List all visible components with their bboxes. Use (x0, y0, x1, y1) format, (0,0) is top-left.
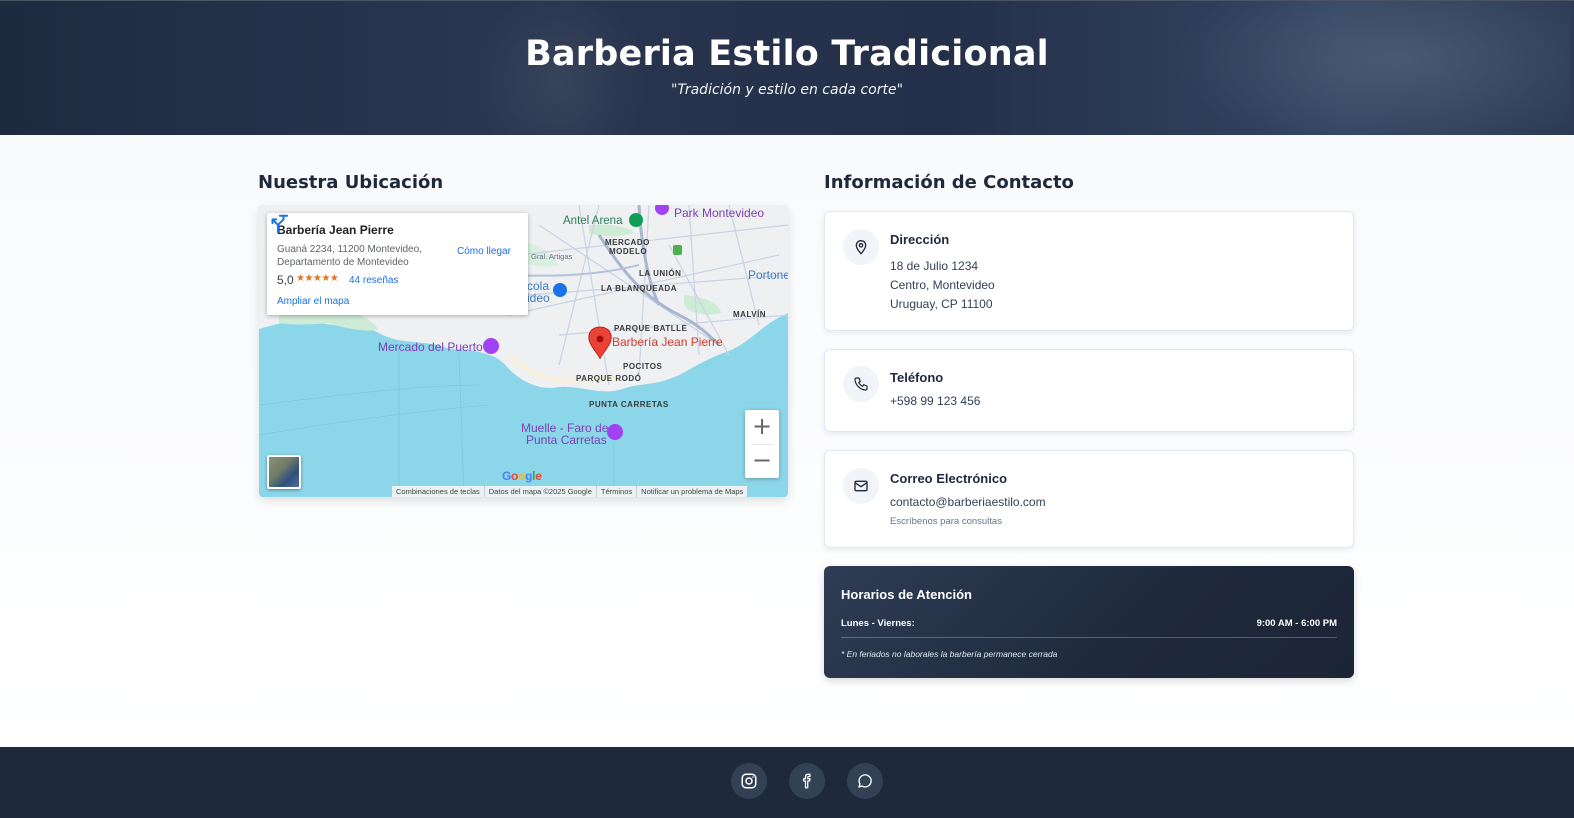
google-map-embed[interactable]: Antel Arena Park Montevideo MERCADO MODE… (259, 205, 788, 497)
map-attribution-bar: Combinaciones de teclas Datos del mapa ©… (392, 486, 748, 497)
map-label-antel-arena: Antel Arena (563, 215, 623, 227)
whatsapp-icon[interactable] (847, 763, 883, 799)
map-label-mercado-puerto: Mercado del Puerto (378, 340, 483, 354)
map-label-malvin: MALVÍN (733, 310, 767, 319)
site-title: Barberia Estilo Tradicional (525, 34, 1049, 74)
rating-stars-icon: ★★★★★ (296, 273, 339, 284)
map-label-la-blanqueada: LA BLANQUEADA (601, 284, 677, 293)
map-label-gral-artigas: Gral. Artigas (531, 252, 573, 261)
address-title: Dirección (890, 232, 950, 247)
directions-link[interactable]: Cómo llegar (457, 246, 511, 257)
facebook-icon[interactable] (789, 763, 825, 799)
phone-card: Teléfono +598 99 123 456 (824, 349, 1354, 432)
map-zoom-control: + − (745, 410, 779, 478)
location-section-title: Nuestra Ubicación (258, 172, 444, 193)
email-card: Correo Electrónico contacto@barberiaesti… (824, 450, 1354, 548)
site-tagline: "Tradición y estilo en cada corte" (670, 82, 904, 98)
phone-icon (843, 366, 879, 402)
location-pin-icon (843, 229, 879, 265)
map-label-pin[interactable]: Barbería Jean Pierre (612, 335, 723, 349)
zoom-in-button[interactable]: + (745, 410, 779, 444)
address-line-2: Centro, Montevideo (890, 278, 995, 292)
site-footer (0, 747, 1574, 818)
map-label-la-union: LA UNIÓN (639, 269, 682, 278)
phone-number[interactable]: +598 99 123 456 (890, 394, 980, 408)
address-line-3: Uruguay, CP 11100 (890, 297, 993, 311)
map-label-parque-batlle: PARQUE BATLLE (614, 324, 688, 333)
instagram-icon[interactable] (731, 763, 767, 799)
map-label-mercado-1: MERCADO (605, 238, 650, 247)
report-problem-link[interactable]: Notificar un problema de Maps (637, 486, 747, 497)
map-label-mercado-2: MODELO (609, 247, 648, 256)
enlarge-map-link[interactable]: Ampliar el mapa (277, 296, 349, 307)
address-card: Dirección 18 de Julio 1234 Centro, Monte… (824, 211, 1354, 331)
contact-section-title: Información de Contacto (824, 172, 1074, 193)
email-address[interactable]: contacto@barberiaestilo.com (890, 495, 1046, 509)
opening-hours-card: Horarios de Atención Lunes - Viernes: 9:… (824, 566, 1354, 678)
reviews-link[interactable]: 44 reseñas (349, 275, 398, 286)
hero-header: Barberia Estilo Tradicional "Tradición y… (0, 0, 1574, 135)
hours-title: Horarios de Atención (841, 587, 972, 602)
place-rating: 5,0 (277, 273, 294, 287)
zoom-out-button[interactable]: − (745, 444, 779, 478)
google-logo: Google (502, 469, 542, 483)
hours-holiday-note: * En feriados no laborales la barbería p… (841, 649, 1058, 659)
hours-day-range: Lunes - Viernes: (841, 618, 915, 629)
satellite-toggle-thumbnail[interactable] (267, 455, 301, 489)
phone-title: Teléfono (890, 370, 944, 385)
hours-time-range: 9:00 AM - 6:00 PM (1256, 618, 1337, 629)
email-note: Escríbenos para consultas (890, 516, 1002, 527)
keyboard-shortcuts-link[interactable]: Combinaciones de teclas (392, 486, 485, 497)
place-address: Guaná 2234, 11200 Montevideo, Departamen… (277, 244, 422, 268)
hours-divider (841, 637, 1337, 638)
map-label-cola-2: ideo (527, 291, 550, 305)
map-label-pocitos: POCITOS (623, 362, 663, 371)
map-label-parque-rodo: PARQUE RODÓ (576, 374, 642, 383)
terms-link[interactable]: Términos (597, 486, 638, 497)
map-place-card: Barbería Jean Pierre Guaná 2234, 11200 M… (267, 213, 528, 315)
mail-icon (843, 468, 879, 504)
directions-icon[interactable] (267, 213, 289, 235)
email-title: Correo Electrónico (890, 471, 1008, 486)
map-data-credit: Datos del mapa ©2025 Google (485, 486, 597, 497)
address-line-1: 18 de Julio 1234 (890, 259, 979, 273)
map-label-park-montevideo: Park Montevideo (674, 206, 765, 220)
map-label-punta-carretas: PUNTA CARRETAS (589, 400, 669, 409)
map-label-muelle-2: Punta Carretas (526, 433, 607, 447)
map-label-portones: Portone (748, 268, 788, 282)
place-name: Barbería Jean Pierre (277, 223, 394, 237)
